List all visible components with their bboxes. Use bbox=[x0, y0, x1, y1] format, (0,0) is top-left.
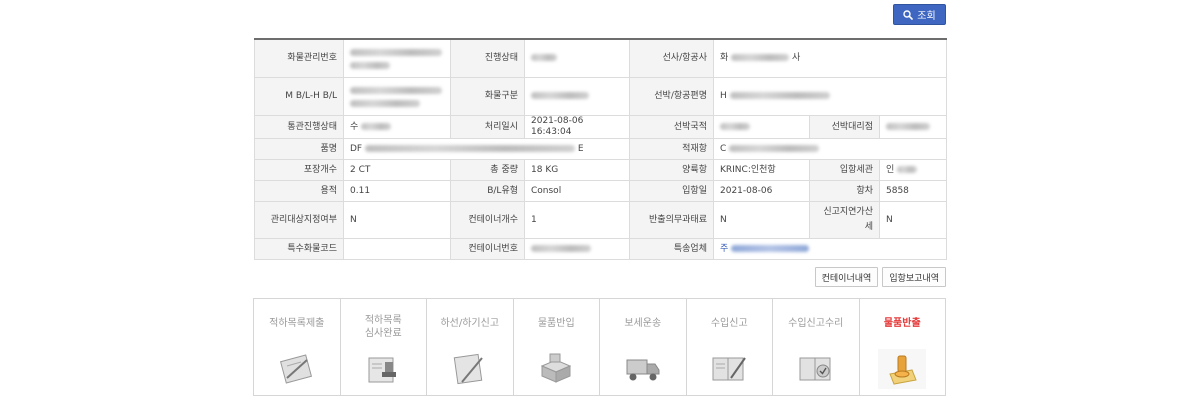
step-manifest-review: 적하목록 심사완료 bbox=[341, 299, 427, 395]
step-label: 수입신고 bbox=[710, 318, 748, 329]
clearance-progress-steps: 적하목록제출 적하목록 심사완료 하선/하기신고 물품반입 보세운송 수입신고 … bbox=[253, 298, 946, 396]
cell-label: 신고지연가산세 bbox=[809, 201, 880, 239]
cell-label: 양륙항 bbox=[629, 159, 714, 181]
search-button[interactable]: 조회 bbox=[893, 4, 946, 25]
cell-label: 선박대리점 bbox=[809, 115, 880, 139]
package-count-value: 2 CT bbox=[343, 159, 451, 181]
step-bonded-transport: 보세운송 bbox=[600, 299, 687, 395]
progress-status-value bbox=[524, 38, 630, 78]
table-row: M B/L-H B/L 화물구분 선박/항공편명 H bbox=[254, 77, 948, 116]
truck-icon bbox=[619, 349, 667, 389]
bl-type-value: Consol bbox=[524, 180, 630, 202]
processed-at-value: 2021-08-06 16:43:04 bbox=[524, 115, 630, 139]
cell-label: 특송업체 bbox=[629, 238, 714, 260]
cell-label: 선박국적 bbox=[629, 115, 714, 139]
release-penalty-value: N bbox=[713, 201, 810, 239]
vessel-agent-value bbox=[878, 115, 948, 139]
table-row: 관리대상지정여부 N 컨테이너개수 1 반출의무과태료 N 신고지연가산세 N bbox=[254, 201, 948, 239]
cell-label: 용적 bbox=[254, 180, 344, 202]
cell-label: 품명 bbox=[254, 138, 344, 160]
document-check-icon bbox=[792, 349, 840, 389]
cell-label: M B/L-H B/L bbox=[254, 77, 344, 116]
cargo-mgmt-no-value bbox=[343, 38, 451, 78]
loading-port-value: C bbox=[712, 138, 948, 160]
customs-status-value: 수 bbox=[343, 115, 451, 139]
container-history-button[interactable]: 컨테이너내역 bbox=[814, 267, 879, 287]
item-name-value: DF E bbox=[343, 138, 630, 160]
express-company-link[interactable]: 주 bbox=[712, 238, 948, 260]
managed-target-value: N bbox=[343, 201, 451, 239]
table-row: 용적 0.11 B/L유형 Consol 입항일 2021-08-06 항차 5… bbox=[254, 180, 948, 202]
arrival-date-value: 2021-08-06 bbox=[713, 180, 810, 202]
book-pen-icon bbox=[705, 349, 753, 389]
redacted-value bbox=[350, 48, 442, 56]
volume-value: 0.11 bbox=[343, 180, 451, 202]
cell-label: 컨테이너번호 bbox=[450, 238, 525, 260]
cargo-info-table: 화물관리번호 진행상태 선사/항공사 화 사 M B/L-H B/L 화물구분 … bbox=[254, 38, 948, 260]
step-goods-release: 물품반출 bbox=[860, 299, 946, 395]
step-import-acceptance: 수입신고수리 bbox=[773, 299, 860, 395]
container-number-value bbox=[524, 238, 630, 260]
table-row: 통관진행상태 수 처리일시 2021-08-06 16:43:04 선박국적 선… bbox=[254, 115, 948, 139]
cell-label: B/L유형 bbox=[450, 180, 525, 202]
search-icon bbox=[903, 9, 914, 20]
history-actions: 컨테이너내역 입항보고내역 bbox=[814, 267, 946, 287]
search-button-label: 조회 bbox=[917, 11, 936, 22]
step-label: 수입신고수리 bbox=[788, 318, 844, 329]
step-label: 물품반출 bbox=[883, 318, 921, 329]
arrival-report-history-button[interactable]: 입항보고내역 bbox=[882, 267, 946, 287]
stamp-package-icon bbox=[878, 349, 927, 389]
cell-label: 적재항 bbox=[629, 138, 714, 160]
container-count-value: 1 bbox=[524, 201, 630, 239]
step-label: 물품반입 bbox=[537, 318, 575, 329]
table-row: 품명 DF E 적재항 C bbox=[254, 138, 948, 160]
voyage-value: 5858 bbox=[878, 180, 948, 202]
table-row: 포장개수 2 CT 총 중량 18 KG 양륙항 KRINC:인천항 입항세관 … bbox=[254, 159, 948, 181]
late-report-surcharge-value: N bbox=[878, 201, 948, 239]
step-unloading-report: 하선/하기신고 bbox=[427, 299, 514, 395]
cell-label: 특수화물코드 bbox=[254, 238, 344, 260]
cell-label: 처리일시 bbox=[450, 115, 525, 139]
carrier-value: 화 사 bbox=[712, 38, 948, 78]
redacted-value bbox=[350, 61, 390, 69]
arrival-customs-value: 인 bbox=[878, 159, 948, 181]
step-manifest-submit: 적하목록제출 bbox=[254, 299, 341, 395]
bl-value bbox=[343, 77, 451, 116]
gross-weight-value: 18 KG bbox=[524, 159, 630, 181]
cell-label: 통관진행상태 bbox=[254, 115, 344, 139]
cell-label: 입항일 bbox=[629, 180, 714, 202]
cell-label: 항차 bbox=[809, 180, 880, 202]
step-label: 적하목록 심사완료 bbox=[364, 315, 402, 339]
cell-label: 컨테이너개수 bbox=[450, 201, 525, 239]
cell-label: 화물구분 bbox=[450, 77, 525, 116]
cell-label: 화물관리번호 bbox=[254, 38, 344, 78]
step-import-declaration: 수입신고 bbox=[687, 299, 773, 395]
cell-label: 포장개수 bbox=[254, 159, 344, 181]
table-row: 특수화물코드 컨테이너번호 특송업체 주 bbox=[254, 238, 948, 260]
cell-label: 진행상태 bbox=[450, 38, 525, 78]
step-goods-entry: 물품반입 bbox=[514, 299, 600, 395]
cell-label: 선박/항공편명 bbox=[629, 77, 714, 116]
boxes-icon bbox=[532, 349, 580, 389]
table-row: 화물관리번호 진행상태 선사/항공사 화 사 bbox=[254, 38, 948, 78]
cell-label: 총 중량 bbox=[450, 159, 525, 181]
document-pencil-icon bbox=[273, 349, 321, 389]
step-label: 보세운송 bbox=[624, 318, 662, 329]
step-label: 하선/하기신고 bbox=[440, 318, 500, 329]
cell-label: 관리대상지정여부 bbox=[254, 201, 344, 239]
special-cargo-code-value bbox=[343, 238, 451, 260]
cargo-type-value bbox=[524, 77, 630, 116]
cell-label: 반출의무과태료 bbox=[629, 201, 714, 239]
cell-label: 선사/항공사 bbox=[629, 38, 714, 78]
cell-label: 입항세관 bbox=[809, 159, 880, 181]
vessel-flight-value: H bbox=[712, 77, 948, 116]
clipboard-pen-icon bbox=[446, 349, 494, 389]
step-label: 적하목록제출 bbox=[269, 318, 325, 329]
discharge-port-value: KRINC:인천항 bbox=[713, 159, 810, 181]
vessel-nationality-value bbox=[713, 115, 810, 139]
stamp-document-icon bbox=[359, 349, 407, 389]
